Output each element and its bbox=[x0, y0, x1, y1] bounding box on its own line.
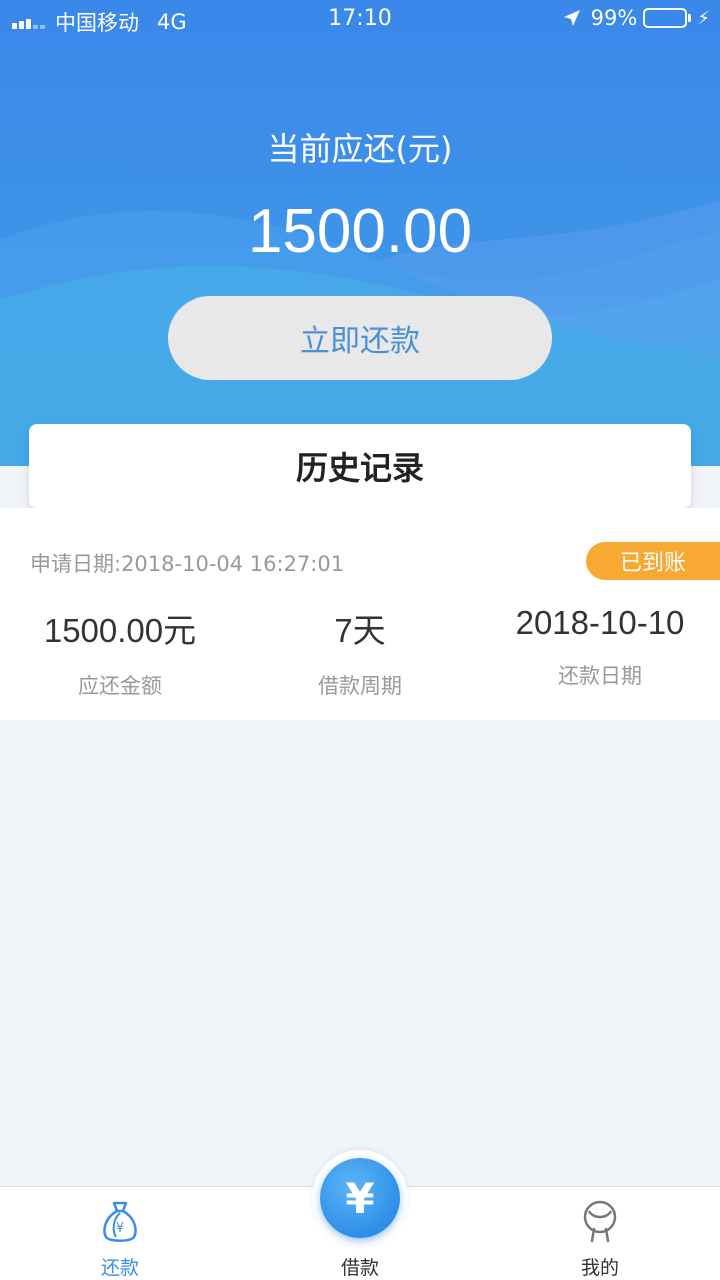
repayment-header: 中国移动 4G 17:10 99% ⚡ 当前应还(元) 1500.00 立即还款 bbox=[0, 0, 720, 466]
tab-mine-label: 我的 bbox=[580, 1257, 619, 1279]
battery-icon bbox=[643, 8, 692, 28]
status-badge: 已到账 bbox=[586, 542, 720, 580]
svg-text:¥: ¥ bbox=[116, 1221, 124, 1236]
money-bag-icon: ¥ bbox=[103, 1201, 137, 1242]
loan-record-item[interactable]: 申请日期:2018-10-04 16:27:01 已到账 1500.00元 应还… bbox=[0, 508, 720, 720]
loan-period-label: 借款周期 bbox=[318, 674, 402, 698]
repay-now-button[interactable]: 立即还款 bbox=[168, 296, 552, 380]
charging-bolt-icon: ⚡ bbox=[697, 7, 710, 29]
status-right: 99% ⚡ bbox=[563, 6, 710, 30]
apply-date: 申请日期:2018-10-04 16:27:01 bbox=[30, 552, 345, 576]
tab-repay[interactable]: ¥ 还款 bbox=[0, 1187, 240, 1280]
repay-date-column: 2018-10-10 还款日期 bbox=[480, 604, 720, 690]
loan-period-value: 7天 bbox=[334, 612, 386, 649]
current-due-amount: 1500.00 bbox=[247, 197, 473, 266]
yen-icon: ¥ bbox=[345, 1173, 375, 1223]
loan-yen-button[interactable]: ¥ bbox=[320, 1158, 400, 1238]
status-bar: 中国移动 4G 17:10 99% ⚡ bbox=[0, 0, 720, 40]
history-records-header[interactable]: 历史记录 bbox=[29, 424, 691, 508]
repay-date-value: 2018-10-10 bbox=[515, 604, 685, 641]
loan-period-column: 7天 借款周期 bbox=[240, 604, 480, 700]
repay-date-label: 还款日期 bbox=[558, 664, 642, 688]
battery-percent: 99% bbox=[590, 6, 638, 30]
repay-amount-value: 1500.00元 bbox=[43, 612, 197, 649]
location-arrow-icon bbox=[563, 10, 580, 26]
tab-loan-label: 借款 bbox=[340, 1257, 379, 1279]
profile-icon bbox=[583, 1200, 617, 1243]
repay-amount-column: 1500.00元 应还金额 bbox=[0, 604, 240, 700]
tab-mine[interactable]: 我的 bbox=[480, 1187, 720, 1280]
repay-amount-label: 应还金额 bbox=[78, 674, 162, 698]
current-due-label: 当前应还(元) bbox=[267, 130, 453, 168]
tab-repay-label: 还款 bbox=[100, 1257, 139, 1279]
